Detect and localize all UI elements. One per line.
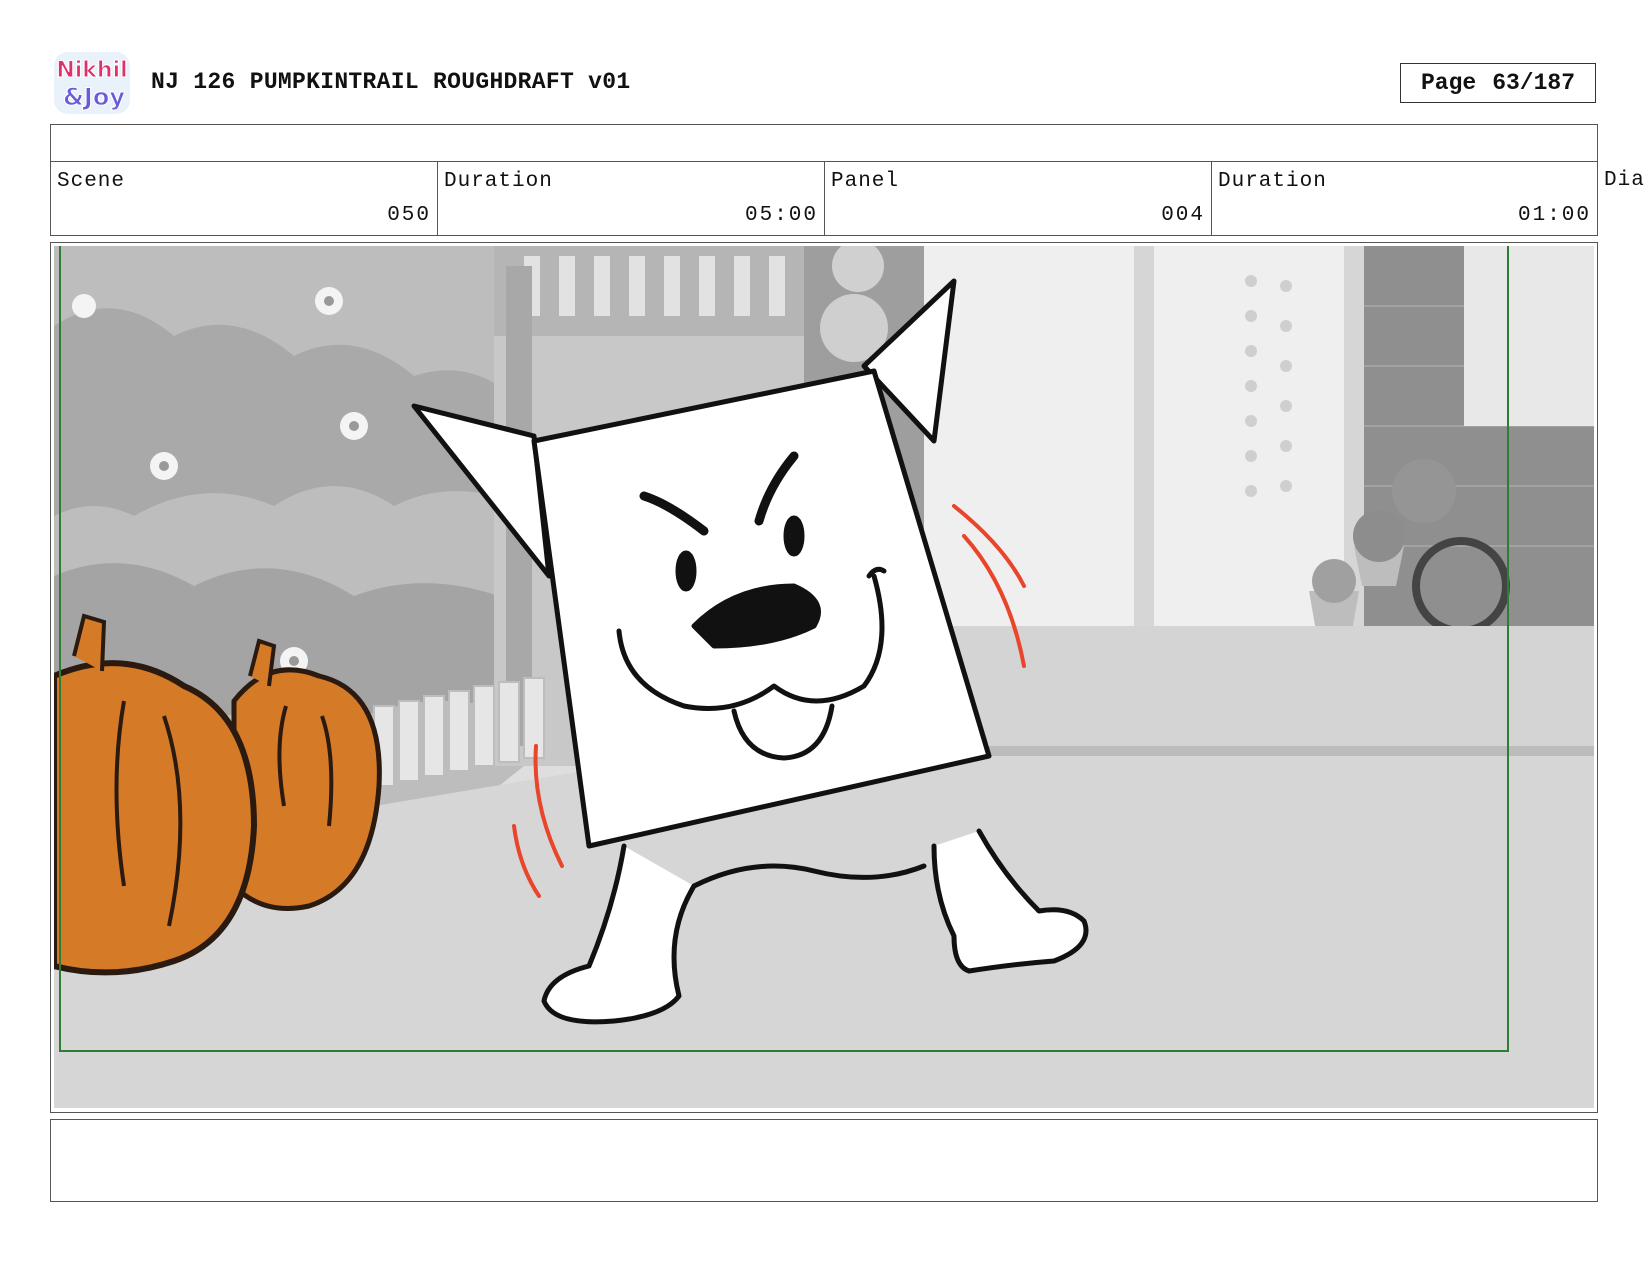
notes-box: [50, 1119, 1598, 1202]
patio: [934, 626, 1594, 756]
scene-duration-cell: Duration 05:00: [437, 161, 824, 236]
scene-cell: Scene 050: [50, 161, 437, 236]
scene-duration-value: 05:00: [744, 204, 818, 227]
panel-cell: Panel 004: [824, 161, 1211, 236]
scene-duration-label: Duration: [444, 170, 553, 193]
panel-duration-value: 01:00: [1517, 204, 1591, 227]
scene-info-row: Scene 050 Duration 05:00 Panel 004 Durat…: [50, 161, 1650, 236]
scene-number: 050: [387, 204, 431, 227]
storyboard-panel-image: [54, 246, 1594, 1108]
page-number: 63/187: [1492, 70, 1576, 96]
panel-duration-label: Duration: [1218, 170, 1327, 193]
dialogue-cell-partial: Dia: [1598, 161, 1650, 236]
show-logo: Nikhil &Joy: [52, 50, 132, 116]
document-title: NJ 126 PUMPKINTRAIL ROUGHDRAFT v01: [151, 69, 631, 95]
logo-text-joy: &Joy: [63, 83, 125, 111]
page-label: Page: [1420, 70, 1477, 96]
dialogue-label: Dia: [1604, 169, 1645, 192]
top-blank-row: [50, 124, 1598, 162]
panel-duration-cell: Duration 01:00: [1211, 161, 1598, 236]
scene-label: Scene: [57, 170, 126, 193]
logo-text-nikhil: Nikhil: [56, 58, 127, 83]
panel-label: Panel: [831, 170, 900, 193]
page-indicator: Page 63/187: [1400, 63, 1596, 103]
panel-number: 004: [1161, 204, 1205, 227]
